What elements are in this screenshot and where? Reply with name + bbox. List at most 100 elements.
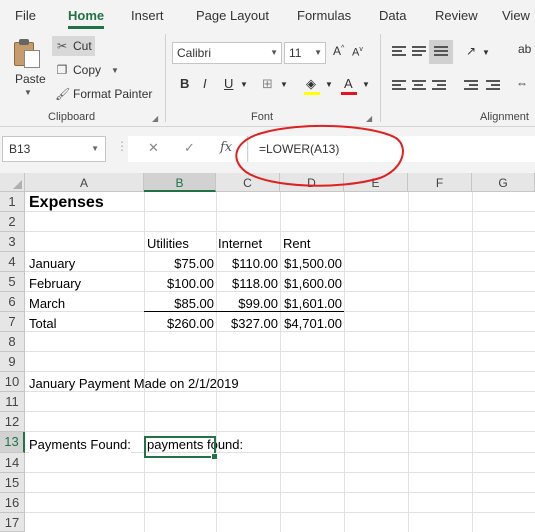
row-header-14[interactable]: 14	[0, 453, 25, 473]
cell-d6[interactable]: $1,601.00	[280, 293, 344, 313]
font-color-button[interactable]: A	[344, 76, 353, 91]
cell-c5[interactable]: $118.00	[216, 273, 280, 293]
row-header-4[interactable]: 4	[0, 252, 25, 272]
borders-icon[interactable]: ⊞	[262, 76, 273, 92]
column-header-b[interactable]: B	[144, 173, 216, 192]
cell-d5[interactable]: $1,600.00	[280, 273, 344, 293]
underline-dropdown-icon[interactable]: ▼	[240, 80, 248, 89]
font-launcher-icon[interactable]: ◢	[366, 114, 372, 123]
row-header-9[interactable]: 9	[0, 352, 25, 372]
row-header-15[interactable]: 15	[0, 473, 25, 493]
cut-button[interactable]: ✂ Cut	[52, 36, 95, 56]
align-center-icon[interactable]	[412, 80, 426, 92]
cell-b4[interactable]: $75.00	[144, 253, 216, 273]
cell-a1[interactable]: Expenses	[29, 193, 104, 213]
formula-bar-grip-icon[interactable]: ⋮	[116, 139, 128, 153]
underline-button[interactable]: U	[224, 76, 233, 91]
increase-indent-icon[interactable]	[486, 80, 500, 92]
paste-dropdown-icon[interactable]: ▼	[24, 88, 32, 97]
cell-a13[interactable]: Payments Found:	[29, 434, 131, 454]
row-header-2[interactable]: 2	[0, 212, 25, 232]
row-header-12[interactable]: 12	[0, 412, 25, 432]
cell-d3[interactable]: Rent	[283, 233, 310, 253]
grow-font-button[interactable]: A^	[333, 44, 344, 58]
cell-d4[interactable]: $1,500.00	[280, 253, 344, 273]
cell-a10[interactable]: January Payment Made on 2/1/2019	[29, 373, 239, 393]
font-size-select[interactable]: 11 ▼	[284, 42, 326, 64]
cell-c4[interactable]: $110.00	[216, 253, 280, 273]
cell-a5[interactable]: February	[29, 273, 81, 293]
row-header-16[interactable]: 16	[0, 493, 25, 513]
cell-c3[interactable]: Internet	[218, 233, 262, 253]
insert-function-button[interactable]: fx	[220, 140, 232, 155]
align-middle-icon[interactable]	[412, 46, 426, 58]
tab-review[interactable]: Review	[435, 8, 478, 23]
orientation-icon[interactable]: ↗	[466, 44, 476, 58]
select-all-corner[interactable]	[0, 173, 25, 192]
copy-button[interactable]: ❐ Copy ▼	[52, 60, 122, 80]
merge-center-icon[interactable]: ⇔	[516, 76, 528, 90]
column-header-g[interactable]: G	[472, 173, 535, 192]
cancel-icon[interactable]: ✕	[148, 140, 159, 156]
tab-view[interactable]: View	[502, 8, 530, 23]
cell-b3[interactable]: Utilities	[147, 233, 189, 253]
tab-formulas[interactable]: Formulas	[297, 8, 351, 23]
column-header-e[interactable]: E	[344, 173, 408, 192]
worksheet-grid[interactable]: A B C D E F G 1 2 3 4 5 6 7 8 9 10 11 12…	[0, 173, 535, 532]
cell-d7[interactable]: $4,701.00	[280, 313, 344, 333]
chevron-down-icon: ▼	[91, 144, 99, 153]
cell-a4[interactable]: January	[29, 253, 75, 273]
name-box[interactable]: B13 ▼	[2, 136, 106, 162]
tab-insert[interactable]: Insert	[131, 8, 164, 23]
tab-data[interactable]: Data	[379, 8, 406, 23]
row-header-3[interactable]: 3	[0, 232, 25, 252]
copy-dropdown-icon[interactable]: ▼	[111, 66, 119, 75]
column-header-a[interactable]: A	[25, 173, 144, 192]
formula-input[interactable]: =LOWER(A13)	[249, 136, 535, 162]
tab-home[interactable]: Home	[68, 8, 105, 29]
shrink-font-button[interactable]: Av	[352, 46, 363, 59]
cell-b5[interactable]: $100.00	[144, 273, 216, 293]
fill-color-icon[interactable]: ◈	[306, 76, 316, 92]
row-header-17[interactable]: 17	[0, 513, 25, 532]
enter-icon[interactable]: ✓	[184, 140, 195, 156]
active-cell-selection[interactable]	[144, 436, 218, 460]
name-box-value: B13	[9, 142, 31, 156]
orientation-dropdown-icon[interactable]: ▼	[482, 48, 490, 57]
paste-icon[interactable]	[12, 38, 42, 68]
cell-c6[interactable]: $99.00	[216, 293, 280, 313]
borders-dropdown-icon[interactable]: ▼	[280, 80, 288, 89]
align-top-icon[interactable]	[392, 46, 406, 58]
row-header-10[interactable]: 10	[0, 372, 25, 392]
decrease-indent-icon[interactable]	[464, 80, 478, 92]
row-header-6[interactable]: 6	[0, 292, 25, 312]
row-header-11[interactable]: 11	[0, 392, 25, 412]
bold-button[interactable]: B	[180, 76, 189, 91]
italic-button[interactable]: I	[203, 76, 207, 91]
wrap-text-icon[interactable]: ab	[518, 42, 531, 56]
cell-a6[interactable]: March	[29, 293, 65, 313]
tab-file[interactable]: File	[15, 8, 36, 23]
column-header-d[interactable]: D	[280, 173, 344, 192]
clipboard-launcher-icon[interactable]: ◢	[152, 114, 158, 123]
fill-dropdown-icon[interactable]: ▼	[325, 80, 333, 89]
align-right-icon[interactable]	[432, 80, 446, 92]
align-bottom-button[interactable]	[429, 40, 453, 64]
cell-c7[interactable]: $327.00	[216, 313, 280, 333]
row-header-7[interactable]: 7	[0, 312, 25, 332]
column-header-c[interactable]: C	[216, 173, 280, 192]
paste-button[interactable]: Paste	[15, 72, 46, 86]
row-header-5[interactable]: 5	[0, 272, 25, 292]
cell-a7[interactable]: Total	[29, 313, 56, 333]
align-left-icon[interactable]	[392, 80, 406, 92]
format-painter-button[interactable]: 🖌 Format Painter	[52, 84, 155, 104]
font-name-select[interactable]: Calibri ▼	[172, 42, 282, 64]
column-header-f[interactable]: F	[408, 173, 472, 192]
cell-b7[interactable]: $260.00	[144, 313, 216, 333]
tab-page-layout[interactable]: Page Layout	[196, 8, 269, 23]
row-header-1[interactable]: 1	[0, 192, 25, 212]
row-header-8[interactable]: 8	[0, 332, 25, 352]
cell-b6[interactable]: $85.00	[144, 293, 216, 313]
font-color-dropdown-icon[interactable]: ▼	[362, 80, 370, 89]
row-header-13[interactable]: 13	[0, 432, 25, 453]
